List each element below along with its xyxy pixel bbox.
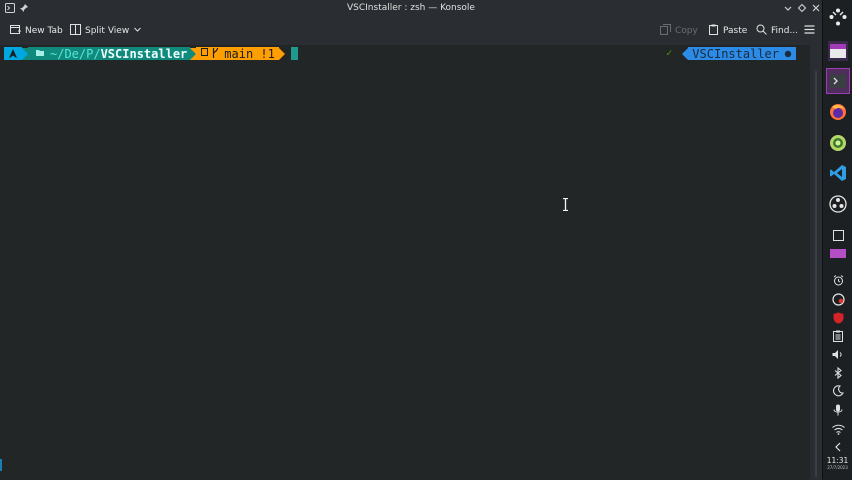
firefox-icon[interactable] — [828, 102, 848, 122]
obs-studio-icon[interactable] — [828, 194, 848, 214]
hamburger-menu-icon — [804, 24, 815, 38]
clipboard-icon[interactable] — [830, 329, 846, 343]
mouse-ibeam-cursor — [563, 198, 568, 211]
chevron-left-icon[interactable] — [830, 440, 846, 454]
git-branch-status: main !1 — [224, 46, 275, 61]
status-notifier-icon[interactable] — [830, 292, 846, 306]
new-tab-button[interactable]: New Tab — [10, 24, 63, 38]
chevron-down-icon[interactable] — [133, 25, 142, 37]
segment-separator — [278, 47, 285, 60]
vertical-taskbar: 11:31 27/7/2023 — [822, 0, 852, 480]
vscode-icon[interactable] — [828, 163, 848, 183]
pager-icon[interactable] — [828, 41, 848, 61]
terminal-view[interactable]: ~/De/P/ VSCInstaller main !1 ✓ VSCInstal… — [0, 45, 810, 480]
folder-icon — [36, 49, 44, 59]
os-segment — [4, 47, 22, 60]
microphone-icon[interactable] — [830, 403, 846, 417]
copy-icon — [660, 24, 671, 38]
window-icon[interactable] — [830, 228, 846, 242]
close-icon[interactable] — [811, 3, 821, 17]
directory-icon — [784, 47, 792, 61]
split-indicator — [0, 459, 2, 471]
git-repo-icon — [201, 48, 209, 59]
shell-prompt: ~/De/P/ VSCInstaller main !1 — [4, 46, 298, 61]
git-branch-icon — [212, 47, 219, 61]
terminal-scrollbar[interactable] — [810, 45, 822, 480]
wifi-icon[interactable] — [830, 422, 846, 436]
new-tab-label: New Tab — [25, 26, 63, 36]
konsole-toolbar: New Tab Split View Copy Paste Find... — [0, 18, 822, 46]
find-label: Find... — [771, 26, 799, 36]
terminal-cursor — [290, 47, 298, 60]
paste-button[interactable]: Paste — [708, 24, 747, 38]
git-segment: main !1 — [196, 46, 279, 61]
purple-window-icon[interactable] — [830, 246, 846, 260]
path-prefix: ~/De/P/ — [50, 46, 101, 61]
split-view-button[interactable]: Split View — [70, 24, 142, 38]
clock-time[interactable]: 11:31 — [823, 456, 852, 465]
download-manager-icon[interactable] — [828, 133, 848, 153]
volume-icon[interactable] — [830, 347, 846, 361]
paste-icon — [708, 24, 719, 38]
maximize-icon[interactable] — [797, 3, 807, 17]
path-segment: ~/De/P/ VSCInstaller — [28, 46, 191, 61]
shield-icon[interactable] — [830, 311, 846, 325]
copy-label: Copy — [675, 26, 698, 36]
search-icon — [756, 24, 767, 38]
title-bar: VSCInstaller : zsh — Konsole — [0, 0, 822, 18]
bluetooth-icon[interactable] — [830, 366, 846, 380]
clock-date[interactable]: 27/7/2023 — [823, 465, 852, 470]
copy-button[interactable]: Copy — [660, 24, 698, 38]
path-current: VSCInstaller — [100, 46, 188, 61]
app-launcher-icon[interactable] — [828, 7, 848, 27]
right-dir-segment: VSCInstaller — [688, 46, 796, 61]
night-color-icon[interactable] — [830, 384, 846, 398]
right-dir-label: VSCInstaller — [692, 46, 779, 61]
paste-label: Paste — [723, 26, 748, 36]
scrollbar-track[interactable] — [815, 71, 817, 477]
find-button[interactable]: Find... — [756, 24, 798, 38]
konsole-task-icon[interactable] — [826, 68, 850, 94]
split-view-icon — [70, 24, 81, 38]
exit-status-check: ✓ — [666, 48, 673, 59]
minimize-icon[interactable] — [783, 3, 793, 17]
arch-linux-icon — [9, 47, 17, 61]
window-title: VSCInstaller : zsh — Konsole — [347, 3, 475, 13]
alarm-clock-icon[interactable] — [830, 273, 846, 287]
right-prompt: ✓ VSCInstaller — [666, 46, 796, 61]
hamburger-menu-button[interactable] — [804, 24, 815, 38]
new-tab-icon — [10, 24, 21, 38]
split-view-label: Split View — [85, 26, 130, 36]
